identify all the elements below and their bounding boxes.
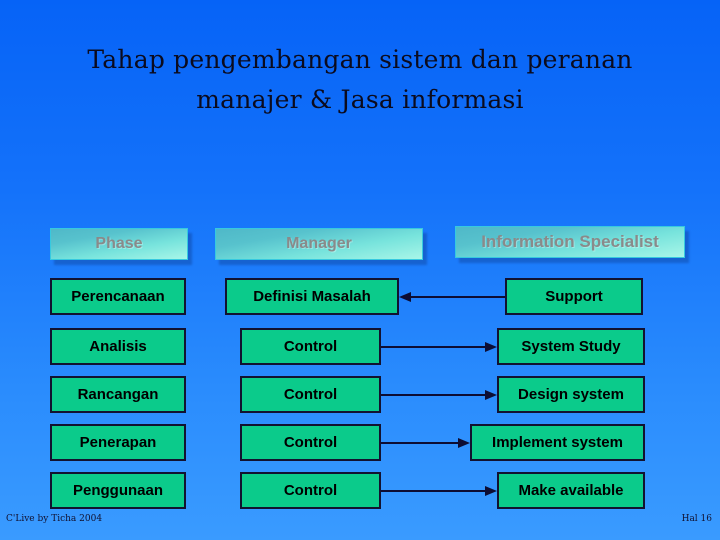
table-row: Implement system	[470, 424, 645, 461]
table-row: Control	[240, 424, 381, 461]
slide-canvas: Tahap pengembangan sistem dan peranan ma…	[0, 0, 720, 540]
specialist-cell-label: Implement system	[492, 434, 623, 451]
footer-left: C'Live by Ticha 2004	[6, 514, 103, 524]
arrow-right-row-2	[381, 341, 497, 353]
phase-cell-label: Analisis	[89, 338, 147, 355]
phase-cell-label: Perencanaan	[71, 288, 165, 305]
specialist-cell-label: System Study	[521, 338, 621, 355]
table-row: Make available	[497, 472, 645, 509]
specialist-cell-label: Make available	[518, 482, 624, 499]
arrow-left-row-1	[399, 291, 505, 303]
table-row: Control	[240, 376, 381, 413]
arrow-right-row-3	[381, 389, 497, 401]
phase-cell-label: Penggunaan	[72, 482, 163, 499]
arrow-right-row-5	[381, 485, 497, 497]
table-row: Analisis	[50, 328, 186, 365]
manager-cell-label: Control	[283, 386, 338, 403]
table-row: Definisi Masalah	[225, 278, 399, 315]
table-row: Control	[240, 328, 381, 365]
manager-cell-label: Control	[283, 434, 338, 451]
table-row: Penerapan	[50, 424, 186, 461]
manager-cell-label: Definisi Masalah	[253, 288, 371, 305]
table-row: Support	[505, 278, 643, 315]
header-manager: Manager	[215, 228, 423, 260]
table-row: Rancangan	[50, 376, 186, 413]
table-row: Control	[240, 472, 381, 509]
specialist-cell-label: Support	[545, 288, 603, 305]
page-title: Tahap pengembangan sistem dan peranan ma…	[87, 45, 633, 114]
table-row: Design system	[497, 376, 645, 413]
specialist-cell-label: Design system	[518, 386, 624, 403]
manager-cell-label: Control	[283, 482, 338, 499]
footer-right: Hal 16	[681, 514, 712, 524]
table-row: Penggunaan	[50, 472, 186, 509]
phase-cell-label: Penerapan	[79, 434, 157, 451]
phase-cell-label: Rancangan	[77, 386, 159, 403]
header-phase: Phase	[50, 228, 188, 260]
manager-cell-label: Control	[283, 338, 338, 355]
header-information-specialist: Information Specialist	[455, 226, 685, 258]
arrow-right-row-4	[381, 437, 470, 449]
table-row: Perencanaan	[50, 278, 186, 315]
table-row: System Study	[497, 328, 645, 365]
